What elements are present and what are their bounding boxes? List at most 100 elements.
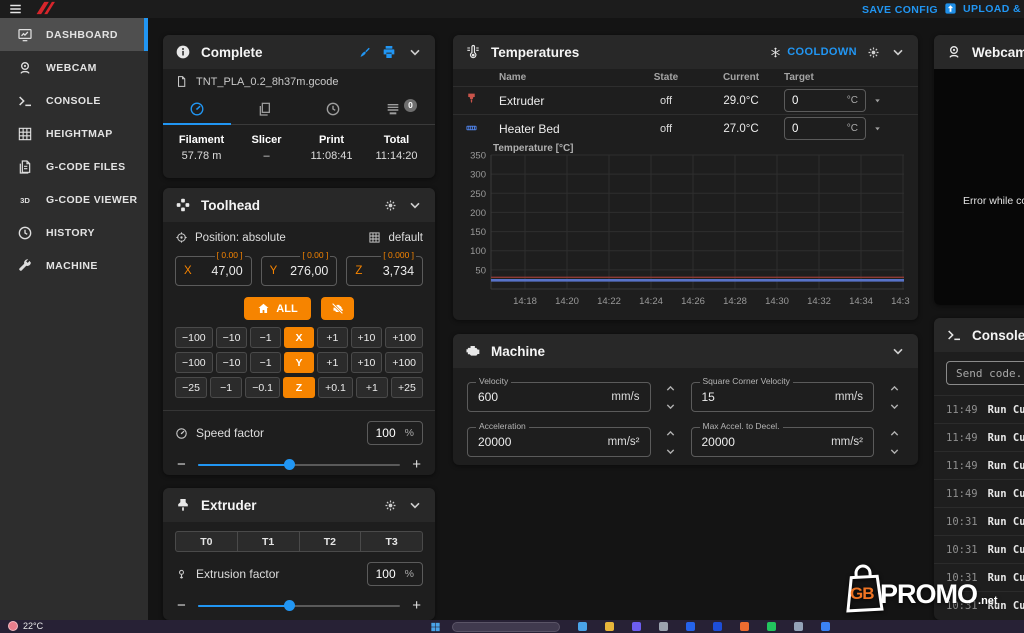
extrusion-factor-input[interactable]: 100 % <box>367 562 423 586</box>
windows-start-button[interactable] <box>430 622 441 632</box>
webcam-panel: Webcam Error while connecting <box>934 35 1024 305</box>
jog-step-button[interactable]: −25 <box>175 377 207 398</box>
sidebar-item-history[interactable]: HISTORY <box>0 216 148 249</box>
jog-axis-button-y[interactable]: Y <box>284 352 314 373</box>
decrement-icon[interactable] <box>889 401 900 412</box>
jog-step-button[interactable]: +10 <box>351 327 383 348</box>
taskbar-app-icon[interactable] <box>821 622 830 631</box>
machine-field-max-accel-to-decel-[interactable]: Max Accel. to Decel.20000mm/s² <box>691 427 875 457</box>
gear-icon[interactable] <box>384 199 397 212</box>
jog-step-button[interactable]: +0.1 <box>318 377 353 398</box>
decrease-speed-button[interactable]: − <box>177 457 186 472</box>
sidebar-item-gcode-viewer[interactable]: 3DG-CODE VIEWER <box>0 183 148 216</box>
increase-extrusion-button[interactable]: + <box>412 598 421 613</box>
increase-speed-button[interactable]: + <box>412 457 421 472</box>
jog-step-button[interactable]: +25 <box>391 377 423 398</box>
machine-field-velocity[interactable]: Velocity600mm/s <box>467 382 651 412</box>
jog-step-button[interactable]: +10 <box>351 352 383 373</box>
collapse-panel-icon[interactable] <box>890 44 906 60</box>
field-value: 20000 <box>702 435 735 449</box>
jog-step-button[interactable]: −10 <box>216 352 248 373</box>
jog-step-button[interactable]: −0.1 <box>245 377 280 398</box>
tab-status[interactable] <box>163 94 231 124</box>
jog-step-button[interactable]: −100 <box>175 352 213 373</box>
decrement-icon[interactable] <box>665 401 676 412</box>
taskbar-app-icon[interactable] <box>632 622 641 631</box>
tab-history[interactable] <box>299 94 367 124</box>
upload-and-print-button[interactable]: UPLOAD & <box>944 2 1024 15</box>
reprint-icon[interactable] <box>381 44 397 60</box>
jog-step-button[interactable]: −10 <box>216 327 248 348</box>
jog-step-button[interactable]: +100 <box>385 352 423 373</box>
taskbar-app-icon[interactable] <box>767 622 776 631</box>
menu-icon[interactable] <box>8 2 23 16</box>
jog-step-button[interactable]: −1 <box>250 327 280 348</box>
jog-axis-button-x[interactable]: X <box>284 327 314 348</box>
home-all-button[interactable]: ALL <box>244 297 310 320</box>
preset-dropdown-icon[interactable] <box>872 123 883 134</box>
collapse-panel-icon[interactable] <box>407 497 423 513</box>
decrement-icon[interactable] <box>889 446 900 457</box>
taskbar-weather-widget[interactable]: 22°C <box>8 621 43 631</box>
jog-step-button[interactable]: −100 <box>175 327 213 348</box>
sidebar-item-gcode-files[interactable]: G-CODE FILES <box>0 150 148 183</box>
tool-button-t0[interactable]: T0 <box>175 531 238 552</box>
jog-axis-button-z[interactable]: Z <box>283 377 315 398</box>
increment-icon[interactable] <box>665 383 676 394</box>
jog-step-button[interactable]: −1 <box>210 377 242 398</box>
machine-field-acceleration[interactable]: Acceleration20000mm/s² <box>467 427 651 457</box>
axis-position-input-z[interactable]: Z3,734[ 0.000 ] <box>346 256 423 286</box>
tab-queue[interactable]: 0 <box>367 94 435 124</box>
save-config-button[interactable]: SAVE CONFIG <box>862 4 938 16</box>
jog-step-button[interactable]: +1 <box>356 377 388 398</box>
taskbar-app-icon[interactable] <box>605 622 614 631</box>
sidebar-item-machine[interactable]: MACHINE <box>0 249 148 282</box>
gear-icon[interactable] <box>867 46 880 59</box>
axis-position-input-y[interactable]: Y276,00[ 0.00 ] <box>261 256 338 286</box>
queue-icon <box>385 101 401 117</box>
decrease-extrusion-button[interactable]: − <box>177 598 186 613</box>
target-temp-input[interactable]: 0°C <box>784 117 866 140</box>
taskbar-app-icon[interactable] <box>740 622 749 631</box>
taskbar-app-icon[interactable] <box>578 622 587 631</box>
jog-step-button[interactable]: −1 <box>250 352 280 373</box>
speed-factor-input[interactable]: 100 % <box>367 421 423 445</box>
jog-step-button[interactable]: +1 <box>317 327 347 348</box>
axis-position-input-x[interactable]: X47,00[ 0.00 ] <box>175 256 252 286</box>
sidebar-item-webcam[interactable]: WEBCAM <box>0 51 148 84</box>
increment-icon[interactable] <box>889 428 900 439</box>
machine-field-square-corner-velocity[interactable]: Square Corner Velocity15mm/s <box>691 382 875 412</box>
taskbar-search-box[interactable] <box>452 622 560 632</box>
cross-profile-label[interactable]: default <box>388 232 423 244</box>
jog-step-button[interactable]: +1 <box>317 352 347 373</box>
increment-icon[interactable] <box>665 428 676 439</box>
sidebar-item-dashboard[interactable]: DASHBOARD <box>0 18 148 51</box>
collapse-panel-icon[interactable] <box>407 197 423 213</box>
increment-icon[interactable] <box>889 383 900 394</box>
taskbar-app-icon[interactable] <box>686 622 695 631</box>
sidebar-item-console[interactable]: CONSOLE <box>0 84 148 117</box>
speed-factor-slider[interactable] <box>198 459 400 471</box>
taskbar-app-icon[interactable] <box>794 622 803 631</box>
gear-icon[interactable] <box>384 499 397 512</box>
collapse-panel-icon[interactable] <box>890 343 906 359</box>
taskbar-app-icon[interactable] <box>713 622 722 631</box>
taskbar-app-icon[interactable] <box>659 622 668 631</box>
tab-files[interactable] <box>231 94 299 124</box>
gcode-file-row[interactable]: TNT_PLA_0.2_8h37m.gcode <box>163 69 435 92</box>
jog-step-button[interactable]: +100 <box>385 327 423 348</box>
target-temp-input[interactable]: 0°C <box>784 89 866 112</box>
tool-button-t2[interactable]: T2 <box>299 531 362 552</box>
preset-dropdown-icon[interactable] <box>872 95 883 106</box>
sidebar-item-heightmap[interactable]: HEIGHTMAP <box>0 117 148 150</box>
tool-button-t3[interactable]: T3 <box>360 531 423 552</box>
brand-logo-icon[interactable] <box>32 1 58 15</box>
extrusion-factor-slider[interactable] <box>198 600 400 612</box>
decrement-icon[interactable] <box>665 446 676 457</box>
clean-nozzle-icon[interactable] <box>358 46 371 59</box>
cooldown-button[interactable]: COOLDOWN <box>770 46 857 58</box>
motors-off-button[interactable] <box>321 297 354 320</box>
tool-button-t1[interactable]: T1 <box>237 531 300 552</box>
collapse-panel-icon[interactable] <box>407 44 423 60</box>
console-input[interactable] <box>946 361 1024 385</box>
